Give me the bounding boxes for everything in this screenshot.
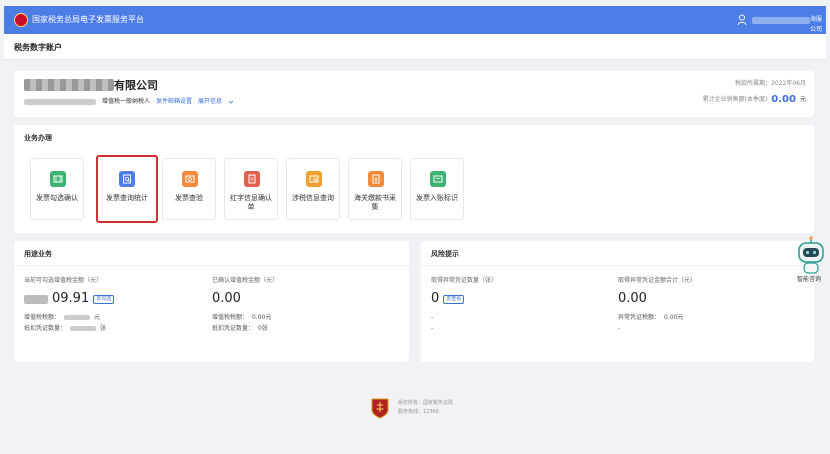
confirmed-amount-label: 已确认增值税金额（元） [212, 277, 279, 284]
tile-invoice-verify[interactable]: 发票查验 [162, 158, 216, 220]
tile-customs[interactable]: 海关缴款书采集 [348, 158, 402, 220]
tax-id-redacted [24, 99, 96, 105]
user-name-suffix[interactable]: 海服公司 [810, 15, 826, 35]
footer-hotline: 服务热线：12366 [398, 409, 439, 415]
chevron-down-icon[interactable] [228, 99, 234, 105]
tax-period-label: 税款所属期： [735, 80, 772, 87]
go-view-button[interactable]: 去查看 [443, 294, 465, 304]
tax-period-value: 2022年06月 [771, 80, 806, 87]
abnormal-count-label: 取得异常凭证数量（张） [431, 277, 498, 284]
amount-redacted [24, 294, 48, 304]
dash-text: - [431, 314, 434, 321]
tile-label: 发票入账标识 [416, 194, 458, 202]
tile-red-letter[interactable]: 红字信息确认单 [224, 158, 278, 220]
invoice-check-icon [50, 171, 66, 187]
tax-info-icon [306, 171, 322, 187]
user-name-redacted[interactable] [752, 17, 810, 24]
red-letter-icon [244, 171, 260, 187]
abnormal-count-value: 0 [431, 291, 440, 306]
customs-icon [368, 171, 384, 187]
abnormal-amount-column: 取得异常凭证金额合计（元） 0.00 异常凭证税额： 0.00元 - [618, 277, 696, 333]
confirmed-amount-column: 已确认增值税金额（元） 0.00 增值税税额： 0.00元 抵扣凭证数量： 0张 [212, 277, 278, 333]
tile-invoice-check[interactable]: 发票勾选确认 [30, 158, 84, 220]
top-navigation-bar: 国家税务总局电子发票服务平台 海服公司 [4, 6, 826, 34]
dash-text: - [431, 325, 434, 332]
abnormal-tax-label: 异常凭证税额： [618, 314, 661, 321]
confirmed-amount-value: 0.00 [212, 291, 241, 306]
tile-invoice-mark[interactable]: 发票入账标识 [410, 158, 464, 220]
business-section-title: 业务办理 [24, 134, 52, 142]
divider [14, 265, 409, 266]
voucher-count-label: 抵扣凭证数量： [24, 325, 67, 332]
sales-amount-value: 0.00 [771, 94, 796, 105]
footer-copyright: 版权所有：国家税务总局 [398, 400, 454, 406]
risk-section-title: 风险提示 [431, 250, 459, 258]
expand-info-link[interactable]: 展开信息 [198, 97, 222, 107]
company-name-redacted [24, 79, 114, 91]
tile-label: 涉税信息查询 [292, 194, 334, 202]
voucher-count-redacted [70, 326, 97, 331]
vat-amount-label: 增值税税额： [24, 314, 61, 321]
tile-label: 发票查验 [175, 194, 203, 202]
taxpayer-type: 增值税一般纳税人 [102, 98, 151, 105]
abnormal-count-column: 取得异常凭证数量（张） 0 去查看 - - [431, 277, 497, 333]
vat-amount-redacted [64, 315, 91, 320]
user-icon[interactable] [737, 14, 747, 26]
page-title: 税务数字账户 [14, 43, 62, 52]
invoice-mark-icon [430, 171, 446, 187]
tile-tax-info[interactable]: 涉税信息查询 [286, 158, 340, 220]
divider [421, 265, 814, 266]
company-details-row: 增值税一般纳税人 发件邮箱设置 展开信息 [24, 97, 234, 107]
confirmed-vat-label: 增值税税额： [212, 314, 249, 321]
invoice-search-icon [119, 171, 135, 187]
abnormal-amount-label: 取得异常凭证金额合计（元） [618, 277, 697, 284]
usage-section-title: 用途业务 [24, 250, 52, 258]
abnormal-tax-value: 0.00元 [664, 314, 684, 321]
tax-period-summary: 税款所属期：2022年06月 累计企业销售额(本季度) 0.00 元 [703, 79, 806, 105]
abnormal-amount-value: 0.00 [618, 291, 647, 306]
tile-invoice-search[interactable]: 发票查询统计 [96, 155, 158, 223]
vat-amount-unit: 元 [94, 314, 101, 321]
confirmed-count-label: 抵扣凭证数量： [212, 325, 255, 332]
company-info-card: 有限公司 增值税一般纳税人 发件邮箱设置 展开信息 税款所属期：2022年06月… [14, 71, 814, 117]
tile-label: 发票查询统计 [106, 194, 148, 202]
usage-business-card: 用途业务 当前可勾选增值税金额（元） 09.91 去勾选 增值税税额： 元 抵扣… [14, 241, 409, 362]
tile-label: 发票勾选确认 [36, 194, 78, 202]
invoice-verify-icon [182, 171, 198, 187]
selectable-amount-label: 当前可勾选增值税金额（元） [24, 277, 103, 284]
page-header: 税务数字账户 [4, 34, 826, 60]
tax-bureau-logo-icon [371, 398, 389, 419]
business-card: 业务办理 发票勾选确认 发票查询统计 发票查验 红字信息确认单 涉税信息查询 海… [14, 125, 814, 233]
tax-emblem-icon [14, 13, 28, 27]
voucher-count-unit: 张 [100, 325, 107, 332]
company-name: 有限公司 [114, 79, 158, 92]
smart-assistant-label[interactable]: 智能咨询 [797, 276, 821, 284]
email-settings-link[interactable]: 发件邮箱设置 [156, 97, 192, 107]
sales-amount-label: 累计企业销售额(本季度) [702, 96, 768, 103]
risk-alert-card: 风险提示 取得异常凭证数量（张） 0 去查看 - - 取得异常凭证金额合计（元）… [421, 241, 814, 362]
confirmed-count-value: 0张 [258, 325, 268, 332]
selectable-amount-column: 当前可勾选增值税金额（元） 09.91 去勾选 增值税税额： 元 抵扣凭证数量：… [24, 277, 115, 333]
sales-amount-unit: 元 [799, 96, 806, 103]
tile-label: 红字信息确认单 [230, 194, 272, 211]
confirmed-vat-value: 0.00元 [252, 314, 272, 321]
go-select-button[interactable]: 去勾选 [93, 294, 115, 304]
dash-text: - [618, 325, 621, 332]
platform-title: 国家税务总局电子发票服务平台 [32, 15, 144, 24]
tile-label: 海关缴款书采集 [354, 194, 396, 211]
footer-info: 版权所有：国家税务总局 服务热线：12366 [398, 399, 453, 417]
selectable-amount-value: 09.91 [52, 291, 90, 306]
